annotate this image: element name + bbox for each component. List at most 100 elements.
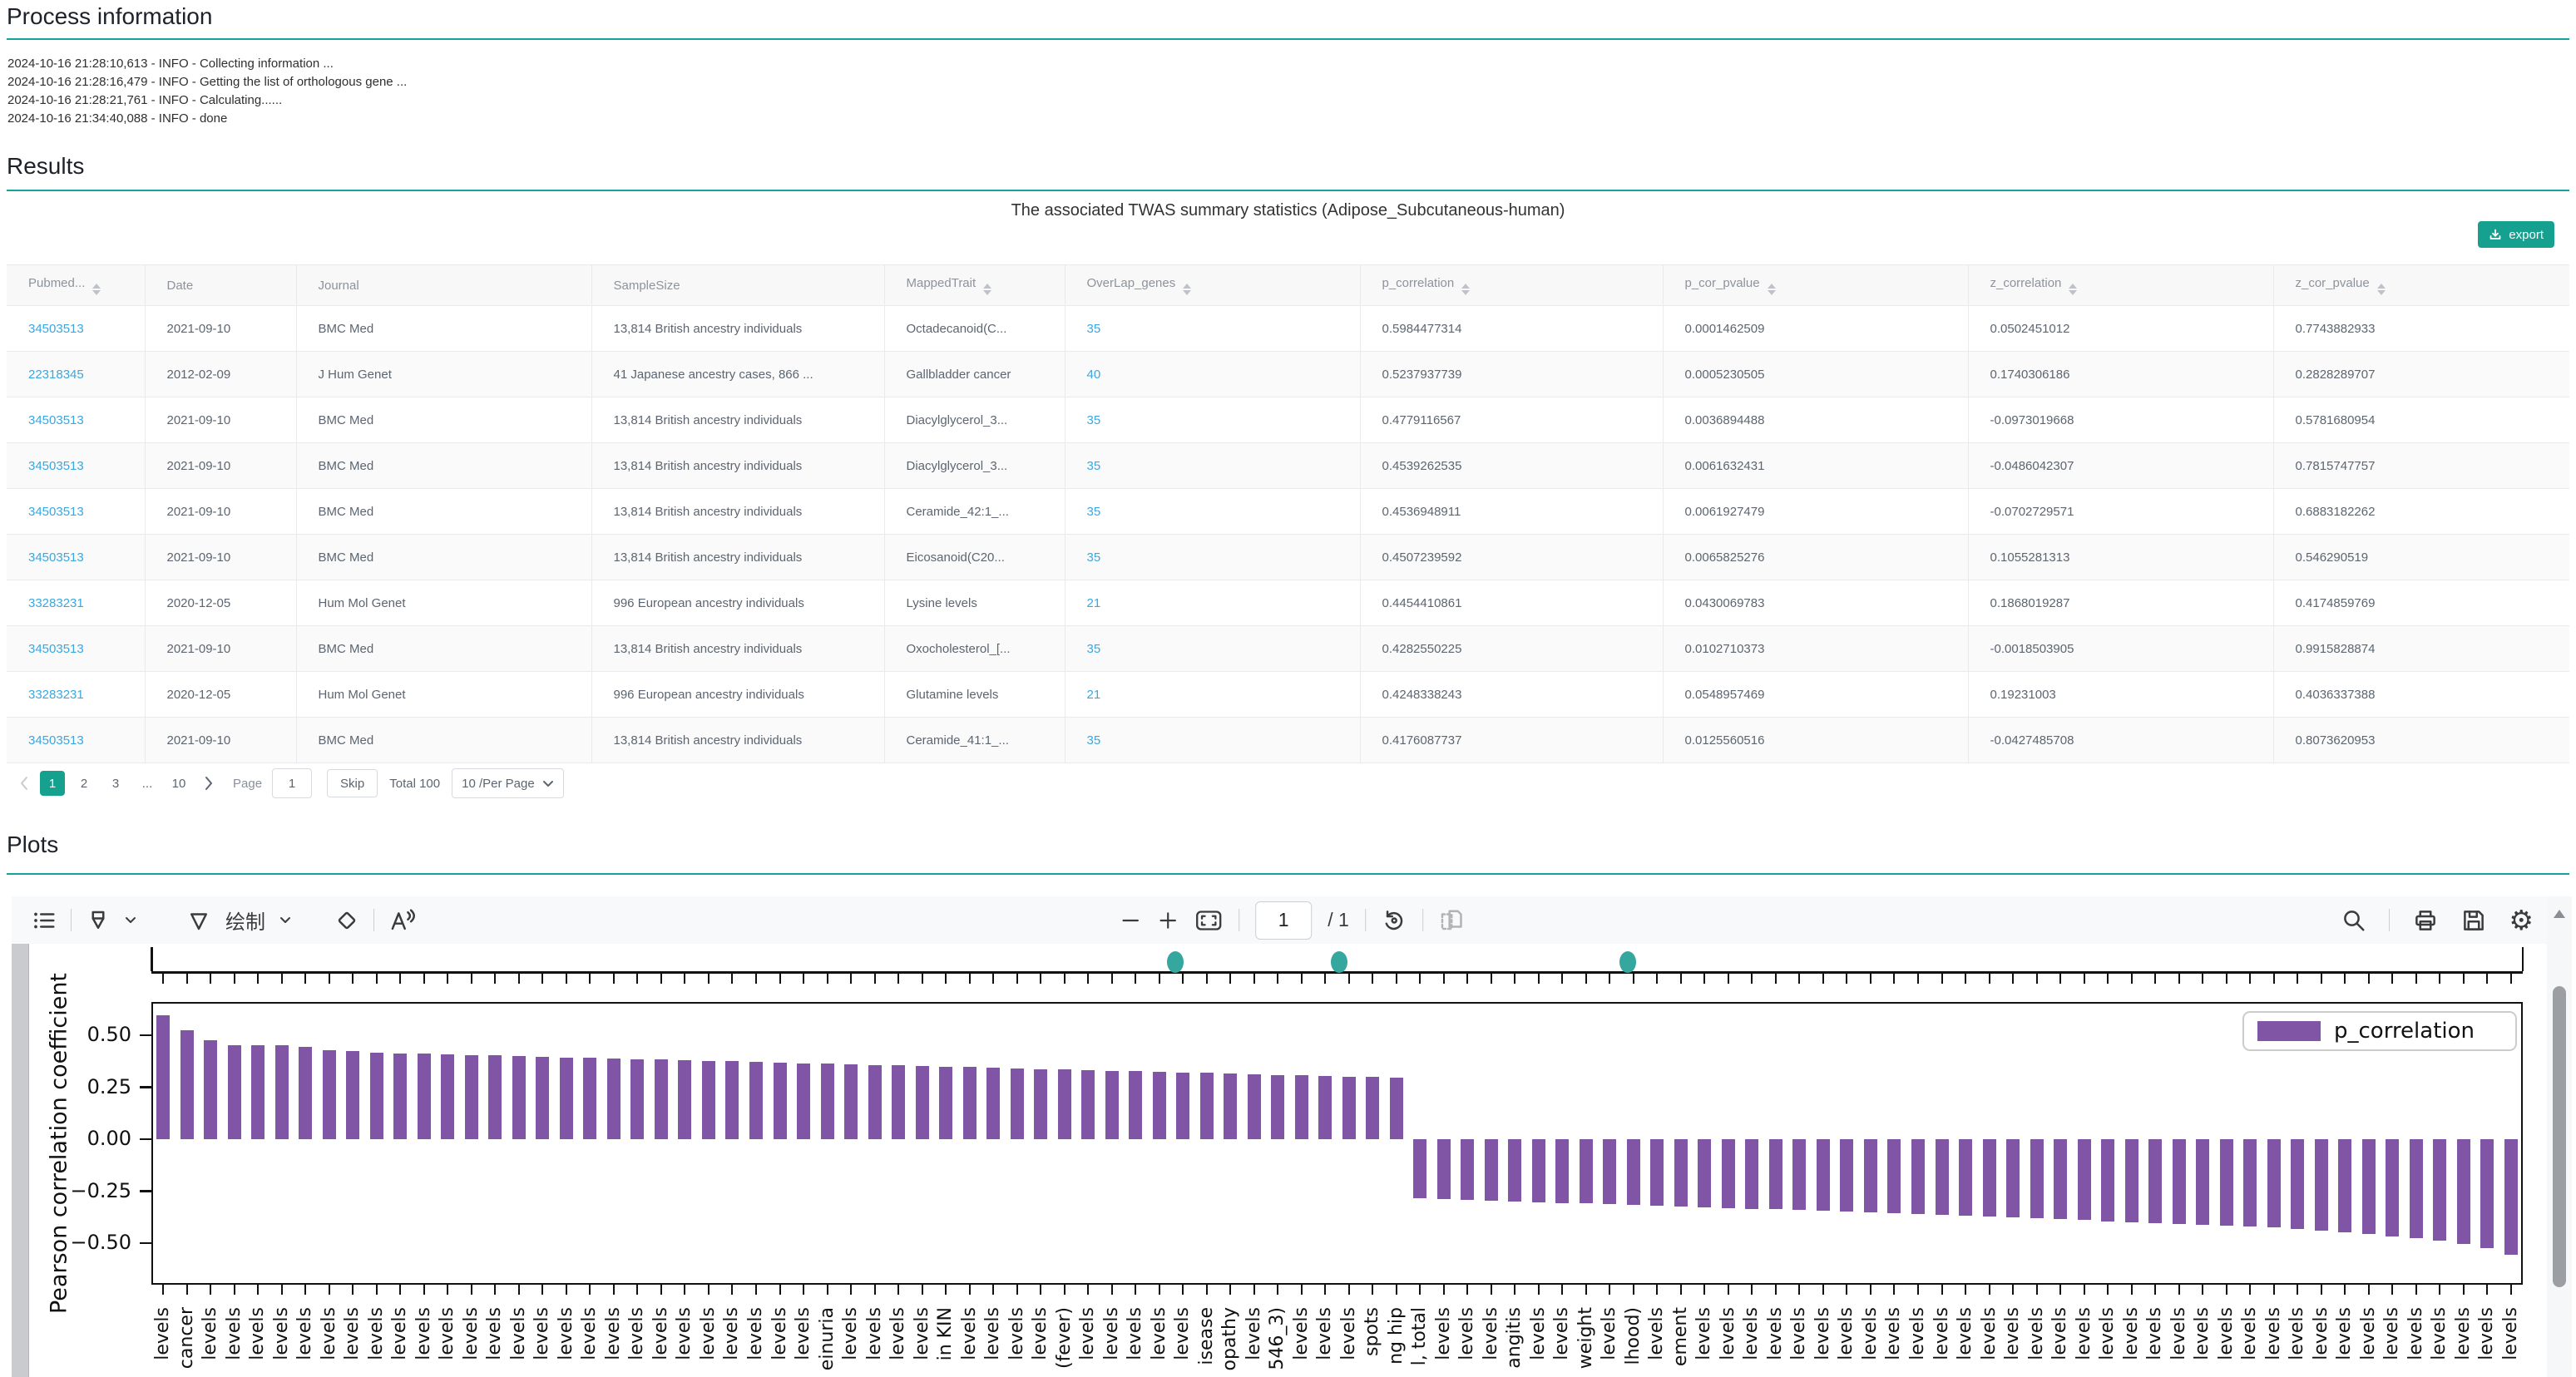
pubmed-link[interactable]: 33283231 — [28, 596, 84, 610]
scrollbar-up-arrow-icon[interactable] — [2554, 910, 2565, 918]
next-page-button[interactable] — [198, 771, 220, 796]
skip-button[interactable]: Skip — [327, 769, 378, 797]
x-tick-label: levels — [1599, 1307, 1620, 1360]
upper-x-tick — [2462, 973, 2465, 984]
x-tick-label: levels — [1077, 1307, 1099, 1360]
x-tick — [2509, 1285, 2512, 1295]
upper-x-tick — [2272, 973, 2275, 984]
section-divider — [7, 873, 2569, 875]
overlap-genes-link[interactable]: 35 — [1087, 459, 1101, 473]
pubmed-link[interactable]: 34503513 — [28, 505, 84, 519]
fit-to-page-icon[interactable] — [1194, 909, 1223, 932]
section-divider — [7, 38, 2569, 40]
settings-gear-icon[interactable]: ⚙ — [2509, 906, 2534, 934]
x-tick-label: levels — [2452, 1307, 2474, 1360]
eraser-icon[interactable] — [334, 908, 359, 933]
journal-cell: J Hum Genet — [318, 367, 392, 382]
upper-x-tick — [589, 973, 591, 984]
overlap-genes-link[interactable]: 35 — [1087, 733, 1101, 748]
column-header[interactable]: z_cor_pvalue — [2273, 264, 2569, 306]
highlighter-chevron-icon[interactable] — [125, 916, 136, 924]
sort-carets-icon[interactable] — [983, 283, 992, 295]
page-jump-input[interactable] — [272, 768, 313, 798]
p-correlation-cell: 0.4539262535 — [1382, 458, 1462, 473]
page-button[interactable]: 3 — [103, 771, 128, 796]
overlap-genes-link[interactable]: 21 — [1087, 596, 1101, 610]
sort-carets-icon[interactable] — [1183, 283, 1192, 295]
column-header[interactable]: OverLap_genes — [1065, 264, 1361, 306]
pubmed-link[interactable]: 34503513 — [28, 550, 84, 565]
column-header[interactable]: p_cor_pvalue — [1663, 264, 1969, 306]
x-tick-label: levels — [1693, 1307, 1715, 1360]
sort-carets-icon[interactable] — [2376, 283, 2386, 295]
zoom-in-icon[interactable] — [1157, 910, 1179, 931]
page-button[interactable]: 2 — [72, 771, 96, 796]
sample-size-cell: 13,814 British ancestry individuals — [613, 733, 803, 748]
sort-carets-icon[interactable] — [2069, 283, 2078, 295]
scrollbar-thumb[interactable] — [2553, 986, 2566, 1287]
draw-chevron-icon[interactable] — [279, 916, 291, 924]
sort-carets-icon[interactable] — [1767, 283, 1776, 295]
table-row: 34503513 2021-09-10 BMC Med 13,814 British … — [7, 625, 2569, 672]
overlap-genes-link[interactable]: 35 — [1087, 642, 1101, 656]
pubmed-link[interactable]: 34503513 — [28, 322, 84, 336]
x-tick — [2439, 1285, 2441, 1295]
sort-carets-icon[interactable] — [92, 283, 101, 295]
page-button[interactable]: 1 — [40, 771, 65, 796]
x-tick-label: levels — [1551, 1307, 1573, 1360]
search-icon[interactable] — [2341, 908, 2366, 933]
page-button[interactable]: 10 — [166, 771, 191, 796]
pubmed-link[interactable]: 34503513 — [28, 733, 84, 748]
page-view-icon[interactable] — [1439, 908, 1464, 933]
pubmed-link[interactable]: 33283231 — [28, 688, 84, 702]
mapped-trait-cell: Diacylglycerol_3... — [906, 458, 1008, 473]
overlap-genes-link[interactable]: 35 — [1087, 322, 1101, 336]
pubmed-link[interactable]: 22318345 — [28, 368, 84, 382]
x-tick — [968, 1285, 971, 1295]
page-buttons: 1 2 3... 10 — [40, 771, 198, 796]
overlap-genes-link[interactable]: 35 — [1087, 413, 1101, 427]
draw-pen-icon[interactable] — [186, 908, 211, 933]
x-tick-label: levels — [626, 1307, 648, 1360]
x-tick-label: levels — [318, 1307, 339, 1360]
draw-label[interactable]: 绘制 — [225, 906, 265, 935]
read-aloud-icon[interactable] — [388, 908, 415, 933]
p-cor-pvalue-cell: 0.0061632431 — [1684, 458, 1765, 473]
pdf-page-input[interactable] — [1255, 901, 1313, 940]
export-button[interactable]: export — [2478, 221, 2554, 248]
upper-x-tick — [1182, 973, 1184, 984]
log-line: 2024-10-16 21:28:10,613 - INFO - Collect… — [7, 57, 334, 71]
save-icon[interactable] — [2461, 908, 2486, 933]
upper-x-tick — [1561, 973, 1564, 984]
scrollbar[interactable] — [2547, 896, 2572, 1377]
print-icon[interactable] — [2412, 908, 2439, 933]
rotate-icon[interactable] — [1382, 908, 1407, 933]
z-cor-pvalue-cell: 0.6883182262 — [2295, 504, 2376, 519]
z-correlation-cell: 0.0502451012 — [1990, 321, 2070, 336]
upper-x-tick — [210, 973, 212, 984]
overlap-genes-link[interactable]: 40 — [1087, 368, 1101, 382]
column-header[interactable]: Pubmed... — [7, 264, 146, 306]
zoom-out-icon[interactable] — [1120, 910, 1141, 931]
per-page-select[interactable]: 10 /Per Page — [452, 768, 564, 798]
pubmed-link[interactable]: 34503513 — [28, 413, 84, 427]
column-header[interactable]: p_correlation — [1360, 264, 1664, 306]
overlap-genes-link[interactable]: 35 — [1087, 550, 1101, 565]
column-header[interactable]: z_correlation — [1968, 264, 2274, 306]
x-tick-label: levels — [2381, 1307, 2403, 1360]
pubmed-link[interactable]: 34503513 — [28, 642, 84, 656]
overlap-genes-link[interactable]: 21 — [1087, 688, 1101, 702]
prev-page-button[interactable] — [13, 771, 35, 796]
pubmed-link[interactable]: 34503513 — [28, 459, 84, 473]
overlap-genes-link[interactable]: 35 — [1087, 505, 1101, 519]
sample-size-cell: 13,814 British ancestry individuals — [613, 321, 803, 336]
date-cell: 2020-12-05 — [166, 595, 231, 610]
table-of-contents-icon[interactable] — [32, 908, 57, 933]
x-tick-label: levels — [2097, 1307, 2119, 1360]
x-tick — [1585, 1285, 1587, 1295]
sort-carets-icon[interactable] — [1461, 283, 1471, 295]
upper-x-tick — [1395, 973, 1397, 984]
column-header[interactable]: MappedTrait — [884, 264, 1066, 306]
highlighter-icon[interactable] — [86, 908, 111, 933]
mapped-trait-cell: Gallbladder cancer — [906, 367, 1011, 382]
